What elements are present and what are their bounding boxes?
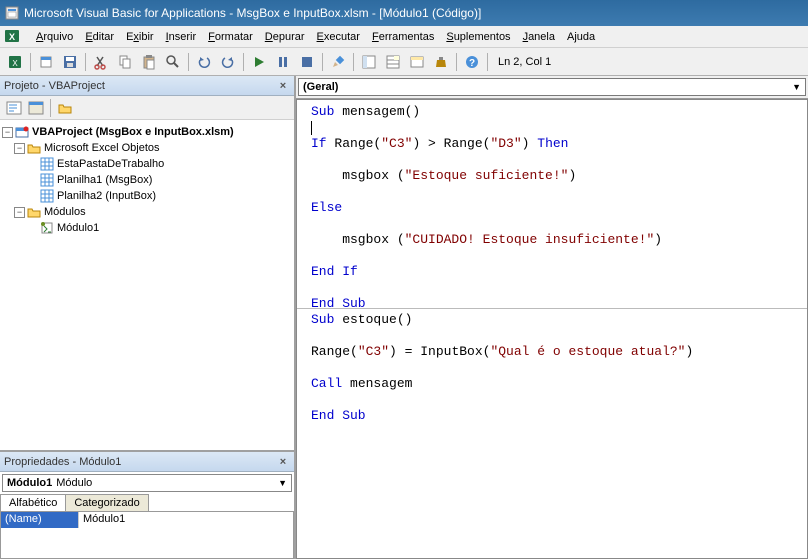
project-panel-title: Projeto - VBAProject xyxy=(4,80,105,92)
menu-suplementos[interactable]: Suplementos xyxy=(440,29,516,45)
menu-depurar[interactable]: Depurar xyxy=(259,29,311,45)
undo-button[interactable] xyxy=(193,51,215,73)
properties-panel-title: Propriedades - Módulo1 xyxy=(4,456,121,468)
code-editor[interactable]: Sub mensagem() If Range("C3") > Range("D… xyxy=(296,99,808,559)
find-button[interactable] xyxy=(162,51,184,73)
excel-icon[interactable]: X xyxy=(4,28,22,46)
svg-text:X: X xyxy=(9,32,15,42)
close-icon[interactable]: × xyxy=(276,80,290,92)
window-title: Microsoft Visual Basic for Applications … xyxy=(24,6,481,20)
design-mode-button[interactable] xyxy=(327,51,349,73)
cursor-position-status: Ln 2, Col 1 xyxy=(498,56,551,68)
module-icon xyxy=(40,221,54,235)
project-panel-header: Projeto - VBAProject × xyxy=(0,76,294,96)
menu-executar[interactable]: Executar xyxy=(311,29,366,45)
property-name[interactable]: (Name) xyxy=(1,512,79,528)
properties-button[interactable] xyxy=(382,51,404,73)
collapse-icon[interactable]: − xyxy=(2,127,13,138)
view-object-button[interactable] xyxy=(26,99,46,117)
toggle-folders-button[interactable] xyxy=(55,99,75,117)
toolbox-button[interactable] xyxy=(430,51,452,73)
menu-ferramentas[interactable]: Ferramentas xyxy=(366,29,440,45)
folder-icon xyxy=(27,205,41,219)
paste-button[interactable] xyxy=(138,51,160,73)
tree-item[interactable]: Planilha2 (InputBox) xyxy=(2,188,292,204)
cut-button[interactable] xyxy=(90,51,112,73)
insert-button[interactable] xyxy=(35,51,57,73)
menu-inserir[interactable]: Inserir xyxy=(160,29,203,45)
worksheet-icon xyxy=(40,189,54,203)
menu-formatar[interactable]: Formatar xyxy=(202,29,259,45)
tab-categorized[interactable]: Categorizado xyxy=(65,494,148,511)
project-explorer-button[interactable] xyxy=(358,51,380,73)
worksheet-icon xyxy=(40,157,54,171)
pause-button[interactable] xyxy=(272,51,294,73)
menu-ajuda[interactable]: Ajuda xyxy=(561,29,601,45)
toolbar: X ? Ln 2, Col 1 xyxy=(0,48,808,76)
tree-item[interactable]: Módulo1 xyxy=(2,220,292,236)
stop-button[interactable] xyxy=(296,51,318,73)
tree-item[interactable]: EstaPastaDeTrabalho xyxy=(2,156,292,172)
menu-janela[interactable]: Janela xyxy=(517,29,561,45)
menu-editar[interactable]: Editar xyxy=(79,29,120,45)
svg-text:X: X xyxy=(12,59,18,68)
tab-alphabetic[interactable]: Alfabético xyxy=(0,494,66,511)
properties-panel-header: Propriedades - Módulo1 × xyxy=(0,452,294,472)
project-icon xyxy=(15,125,29,139)
view-excel-button[interactable]: X xyxy=(4,51,26,73)
properties-grid[interactable]: (Name) Módulo1 xyxy=(0,511,294,559)
view-code-button[interactable] xyxy=(4,99,24,117)
redo-button[interactable] xyxy=(217,51,239,73)
menubar: X ArquivoEditarExibirInserirFormatarDepu… xyxy=(0,26,808,48)
object-browser-button[interactable] xyxy=(406,51,428,73)
worksheet-icon xyxy=(40,173,54,187)
help-button[interactable]: ? xyxy=(461,51,483,73)
tree-item[interactable]: Planilha1 (MsgBox) xyxy=(2,172,292,188)
collapse-icon[interactable]: − xyxy=(14,207,25,218)
properties-object-dropdown[interactable]: Módulo1 Módulo ▼ xyxy=(2,474,292,492)
window-titlebar: Microsoft Visual Basic for Applications … xyxy=(0,0,808,26)
chevron-down-icon: ▼ xyxy=(792,82,801,92)
collapse-icon[interactable]: − xyxy=(14,143,25,154)
menu-exibir[interactable]: Exibir xyxy=(120,29,160,45)
project-tree[interactable]: − VBAProject (MsgBox e InputBox.xlsm) − … xyxy=(0,120,294,450)
close-icon[interactable]: × xyxy=(276,456,290,468)
project-panel-toolbar xyxy=(0,96,294,120)
run-button[interactable] xyxy=(248,51,270,73)
property-value[interactable]: Módulo1 xyxy=(79,512,293,528)
svg-text:?: ? xyxy=(469,58,475,69)
object-dropdown[interactable]: (Geral) ▼ xyxy=(298,78,806,96)
folder-icon xyxy=(27,141,41,155)
chevron-down-icon: ▼ xyxy=(278,478,287,488)
menu-arquivo[interactable]: Arquivo xyxy=(30,29,79,45)
tree-root: − VBAProject (MsgBox e InputBox.xlsm) xyxy=(2,124,292,140)
copy-button[interactable] xyxy=(114,51,136,73)
save-button[interactable] xyxy=(59,51,81,73)
app-icon xyxy=(4,5,20,21)
